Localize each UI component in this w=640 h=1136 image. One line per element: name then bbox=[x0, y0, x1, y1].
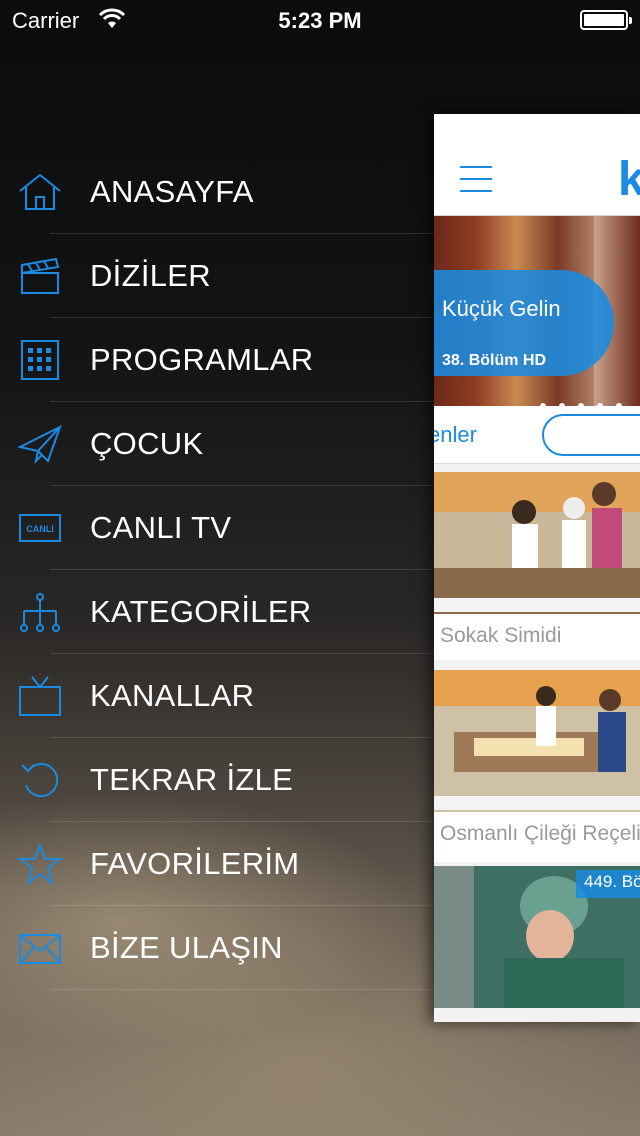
hero-title: Küçük Gelin bbox=[442, 296, 561, 321]
tab-pill-button[interactable] bbox=[542, 414, 640, 456]
menu-item-label: ANASAYFA bbox=[90, 174, 254, 209]
menu-item-bize-ulasin[interactable]: BİZE ULAŞIN bbox=[0, 906, 434, 990]
video-card[interactable]: Osmanlı Çileği Reçeli bbox=[434, 670, 640, 862]
star-icon bbox=[18, 843, 62, 885]
tv-icon bbox=[19, 676, 61, 716]
hierarchy-icon bbox=[20, 593, 60, 632]
grid-icon bbox=[21, 340, 59, 380]
side-menu: ANASAYFA DİZİLER PROGRAMLAR ÇOCUK CANLI … bbox=[0, 150, 434, 990]
menu-item-label: DİZİLER bbox=[90, 258, 211, 293]
tab-label[interactable]: enler bbox=[434, 422, 477, 448]
episode-badge: 449. Bö bbox=[576, 870, 640, 898]
clapperboard-icon bbox=[21, 257, 60, 294]
menu-item-label: KANALLAR bbox=[90, 678, 255, 713]
menu-item-anasayfa[interactable]: ANASAYFA bbox=[0, 150, 434, 234]
menu-item-label: FAVORİLERİM bbox=[90, 846, 300, 881]
section-tabbar: enler bbox=[434, 406, 640, 464]
menu-item-canli-tv[interactable]: CANLI CANLI TV bbox=[0, 486, 434, 570]
video-thumbnail bbox=[434, 472, 640, 614]
hamburger-menu-icon[interactable] bbox=[460, 166, 492, 192]
menu-item-kategoriler[interactable]: KATEGORİLER bbox=[0, 570, 434, 654]
menu-item-cocuk[interactable]: ÇOCUK bbox=[0, 402, 434, 486]
video-title: Sokak Simidi bbox=[440, 624, 562, 647]
live-tv-icon: CANLI bbox=[19, 514, 61, 542]
menu-item-favorilerim[interactable]: FAVORİLERİM bbox=[0, 822, 434, 906]
panel-header: k bbox=[434, 114, 640, 216]
live-icon-text: CANLI bbox=[26, 524, 54, 534]
menu-item-label: ÇOCUK bbox=[90, 426, 204, 461]
video-card[interactable]: Sokak Simidi bbox=[434, 472, 640, 660]
menu-item-label: CANLI TV bbox=[90, 510, 232, 545]
menu-item-label: TEKRAR İZLE bbox=[90, 762, 294, 797]
replay-icon bbox=[21, 763, 59, 798]
video-title: Osmanlı Çileği Reçeli bbox=[440, 822, 640, 845]
menu-item-diziler[interactable]: DİZİLER bbox=[0, 234, 434, 318]
video-card[interactable]: 449. Bö bbox=[434, 866, 640, 1008]
status-bar: Carrier 5:23 PM bbox=[0, 0, 640, 40]
divider bbox=[50, 989, 434, 990]
paper-plane-icon bbox=[18, 424, 62, 465]
home-icon bbox=[19, 173, 61, 210]
menu-item-label: PROGRAMLAR bbox=[90, 342, 314, 377]
menu-item-tekrar-izle[interactable]: TEKRAR İZLE bbox=[0, 738, 434, 822]
menu-item-kanallar[interactable]: KANALLAR bbox=[0, 654, 434, 738]
main-content-panel[interactable]: k Küçük Gelin 38. Bölüm HD enler Sokak S… bbox=[434, 114, 640, 1022]
envelope-icon bbox=[19, 934, 61, 964]
hero-banner[interactable]: Küçük Gelin 38. Bölüm HD bbox=[434, 216, 640, 406]
video-thumbnail bbox=[434, 670, 640, 812]
battery-icon bbox=[580, 10, 632, 30]
menu-item-label: BİZE ULAŞIN bbox=[90, 930, 283, 965]
menu-item-label: KATEGORİLER bbox=[90, 594, 312, 629]
app-logo: k bbox=[618, 153, 640, 206]
hero-subtitle: 38. Bölüm HD bbox=[442, 352, 547, 369]
menu-item-programlar[interactable]: PROGRAMLAR bbox=[0, 318, 434, 402]
clock: 5:23 PM bbox=[278, 8, 362, 33]
